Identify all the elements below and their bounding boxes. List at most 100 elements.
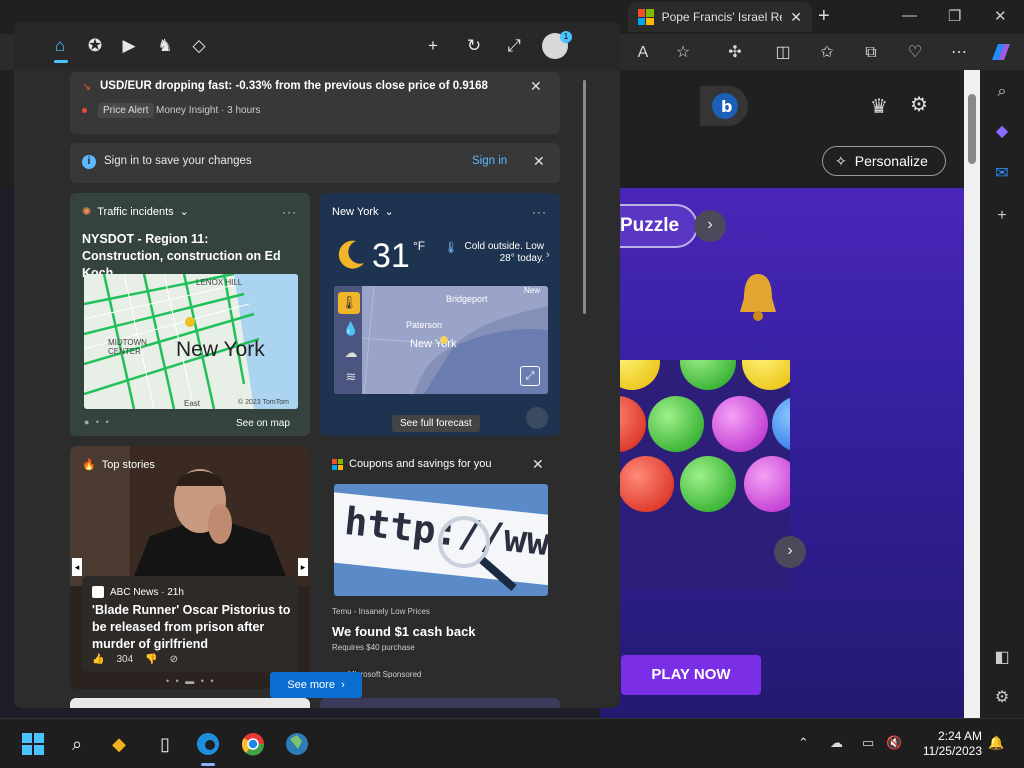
game-ball bbox=[712, 396, 768, 452]
chevron-up-icon[interactable]: ⌃ bbox=[798, 735, 809, 751]
restore-button[interactable]: ❐ bbox=[948, 7, 961, 25]
temperature-layer-icon[interactable]: 🌡 bbox=[338, 292, 360, 314]
widgets-app-icon[interactable]: ◆ bbox=[106, 731, 132, 757]
weather-map[interactable]: Bridgeport Paterson New York New 🌡 💧 ☁ ≋… bbox=[334, 286, 548, 394]
search-icon[interactable]: ⌕ bbox=[992, 82, 1012, 102]
widgets-scrollbar[interactable] bbox=[583, 80, 586, 314]
chess-icon[interactable]: ♞ bbox=[154, 35, 176, 57]
bell-icon bbox=[740, 274, 776, 321]
expand-map-icon[interactable]: ⤢ bbox=[520, 366, 540, 386]
weather-header[interactable]: New York ⌄ bbox=[332, 205, 394, 219]
game-next-arrow[interactable]: › bbox=[694, 210, 726, 242]
price-alert-card[interactable]: ↘ USD/EUR dropping fast: -0.33% from the… bbox=[70, 72, 560, 134]
volume-mute-icon[interactable]: 🔇 bbox=[886, 735, 902, 751]
traffic-map[interactable]: LENOX HILL MIDTOWN CENTER New York East … bbox=[84, 274, 298, 409]
more-menu-icon[interactable]: ⋯ bbox=[948, 42, 970, 64]
see-on-map-button[interactable]: See on map bbox=[228, 415, 298, 432]
bing-chat-button[interactable]: b bbox=[700, 86, 748, 126]
play-now-button[interactable]: PLAY NOW bbox=[621, 655, 761, 695]
pager-dots[interactable]: ● • • bbox=[84, 417, 111, 427]
expand-icon[interactable]: ⤢ bbox=[503, 35, 525, 57]
copilot-sidebar-icon[interactable]: ◆ bbox=[992, 122, 1012, 142]
hide-story-icon[interactable]: ⊘ bbox=[170, 654, 178, 665]
rewards-icon[interactable]: ♛ bbox=[870, 94, 888, 119]
favorite-star-icon[interactable]: ☆ bbox=[672, 42, 694, 64]
svg-text:b: b bbox=[721, 97, 732, 116]
close-icon[interactable]: ✕ bbox=[532, 456, 544, 473]
carousel-prev-arrow[interactable]: ◂ bbox=[72, 558, 82, 576]
page-scrollbar-thumb[interactable] bbox=[968, 94, 976, 164]
top-stories-card[interactable]: 🔥 Top stories ◂ ▸ ABC News · 21h 'Blade … bbox=[70, 446, 310, 689]
coupons-card[interactable]: Coupons and savings for you ✕ http://www… bbox=[320, 446, 560, 689]
clock-date: 11/25/2023 bbox=[922, 744, 982, 758]
extensions-icon[interactable]: ✣ bbox=[724, 42, 746, 64]
close-window-button[interactable]: ✕ bbox=[994, 7, 1007, 25]
coupon-image[interactable]: http://www. bbox=[334, 484, 548, 596]
settings-gear-icon[interactable]: ⚙ bbox=[910, 92, 928, 117]
tag-icon[interactable]: ◇ bbox=[188, 35, 210, 57]
game-board[interactable] bbox=[620, 360, 790, 590]
cloud-sync-icon[interactable]: ☁ bbox=[830, 735, 843, 751]
edge-icon[interactable] bbox=[195, 731, 221, 757]
game-ball bbox=[680, 360, 736, 390]
close-icon[interactable]: ✕ bbox=[533, 153, 545, 170]
next-card-peek bbox=[320, 698, 560, 708]
cloud-layer-icon[interactable]: ☁ bbox=[340, 342, 362, 364]
carousel-next-arrow[interactable]: › bbox=[774, 536, 806, 568]
tab-close-icon[interactable]: ✕ bbox=[790, 9, 802, 26]
traffic-card[interactable]: ✺ Traffic incidents ⌄ ··· NYSDOT - Regio… bbox=[70, 193, 310, 436]
map-label: Paterson bbox=[406, 320, 443, 330]
outlook-icon[interactable]: ✉ bbox=[992, 164, 1012, 184]
notification-bell-icon[interactable]: 🔔 bbox=[988, 735, 1004, 751]
personalize-button[interactable]: ✧ Personalize bbox=[822, 146, 946, 176]
see-more-button[interactable]: See more › bbox=[270, 672, 362, 698]
home-icon[interactable]: ⌂ bbox=[49, 35, 71, 57]
wind-layer-icon[interactable]: ≋ bbox=[340, 366, 362, 388]
see-more-label: See more bbox=[287, 679, 335, 691]
pager-dots[interactable]: • • ▬ • • bbox=[166, 676, 216, 686]
coupon-title[interactable]: We found $1 cash back bbox=[332, 624, 476, 639]
coupon-source: Temu - Insanely Low Prices bbox=[332, 607, 430, 616]
video-icon[interactable]: ▶ bbox=[118, 35, 140, 57]
more-options-icon[interactable]: ··· bbox=[532, 205, 547, 219]
precipitation-layer-icon[interactable]: 💧 bbox=[340, 318, 362, 340]
minimize-button[interactable]: — bbox=[902, 7, 917, 24]
carousel-next-arrow[interactable]: ▸ bbox=[298, 558, 308, 576]
sidebar-settings-icon[interactable]: ⚙ bbox=[992, 688, 1012, 708]
chrome-icon[interactable] bbox=[240, 731, 266, 757]
tab-active[interactable]: Pope Francis' Israel Re ✕ bbox=[628, 2, 812, 32]
collections-icon[interactable]: ⧉ bbox=[860, 42, 882, 64]
performance-icon[interactable]: ♡ bbox=[904, 42, 926, 64]
close-icon[interactable]: ✕ bbox=[530, 78, 542, 95]
dislike-icon[interactable]: 👎 bbox=[145, 654, 157, 665]
see-full-forecast-button[interactable]: See full forecast bbox=[392, 415, 480, 432]
traffic-header[interactable]: ✺ Traffic incidents ⌄ bbox=[82, 205, 189, 219]
more-options-icon[interactable]: ··· bbox=[282, 205, 297, 219]
clock[interactable]: 2:24 AM 11/25/2023 bbox=[912, 729, 982, 759]
add-widget-icon[interactable]: + bbox=[422, 35, 444, 57]
tab-title: Pope Francis' Israel Re bbox=[661, 10, 783, 24]
read-aloud-icon[interactable]: A bbox=[632, 42, 654, 64]
signin-link[interactable]: Sign in bbox=[472, 155, 507, 167]
search-icon[interactable]: ⌕ bbox=[64, 731, 90, 757]
file-icon[interactable]: ▯ bbox=[152, 731, 178, 757]
split-screen-icon[interactable]: ◫ bbox=[772, 42, 794, 64]
windows-start-icon[interactable] bbox=[20, 731, 46, 757]
favorites-icon[interactable]: ✩ bbox=[816, 42, 838, 64]
display-icon[interactable]: ▭ bbox=[862, 735, 874, 751]
network-app-icon[interactable] bbox=[284, 731, 310, 757]
sidebar-layout-icon[interactable]: ◧ bbox=[992, 648, 1012, 668]
add-sidebar-app-icon[interactable]: + bbox=[992, 206, 1012, 226]
like-icon[interactable]: 👍 bbox=[92, 654, 104, 665]
weather-card[interactable]: New York ⌄ ··· 31 °F 🌡 Cold outside. Low… bbox=[320, 193, 560, 436]
game-ball bbox=[648, 396, 704, 452]
chevron-right-icon[interactable]: › bbox=[546, 249, 550, 261]
new-tab-button[interactable]: + bbox=[818, 6, 830, 26]
copilot-icon[interactable] bbox=[988, 40, 1014, 64]
refresh-icon[interactable]: ↻ bbox=[463, 35, 485, 57]
microsoft-logo-icon bbox=[332, 458, 343, 470]
story-headline[interactable]: 'Blade Runner' Oscar Pistorius to be rel… bbox=[92, 602, 292, 653]
favorites-widget-icon[interactable]: ✪ bbox=[84, 35, 106, 57]
temperature-value: 31 bbox=[372, 237, 410, 275]
page-scrollbar[interactable] bbox=[964, 70, 980, 718]
